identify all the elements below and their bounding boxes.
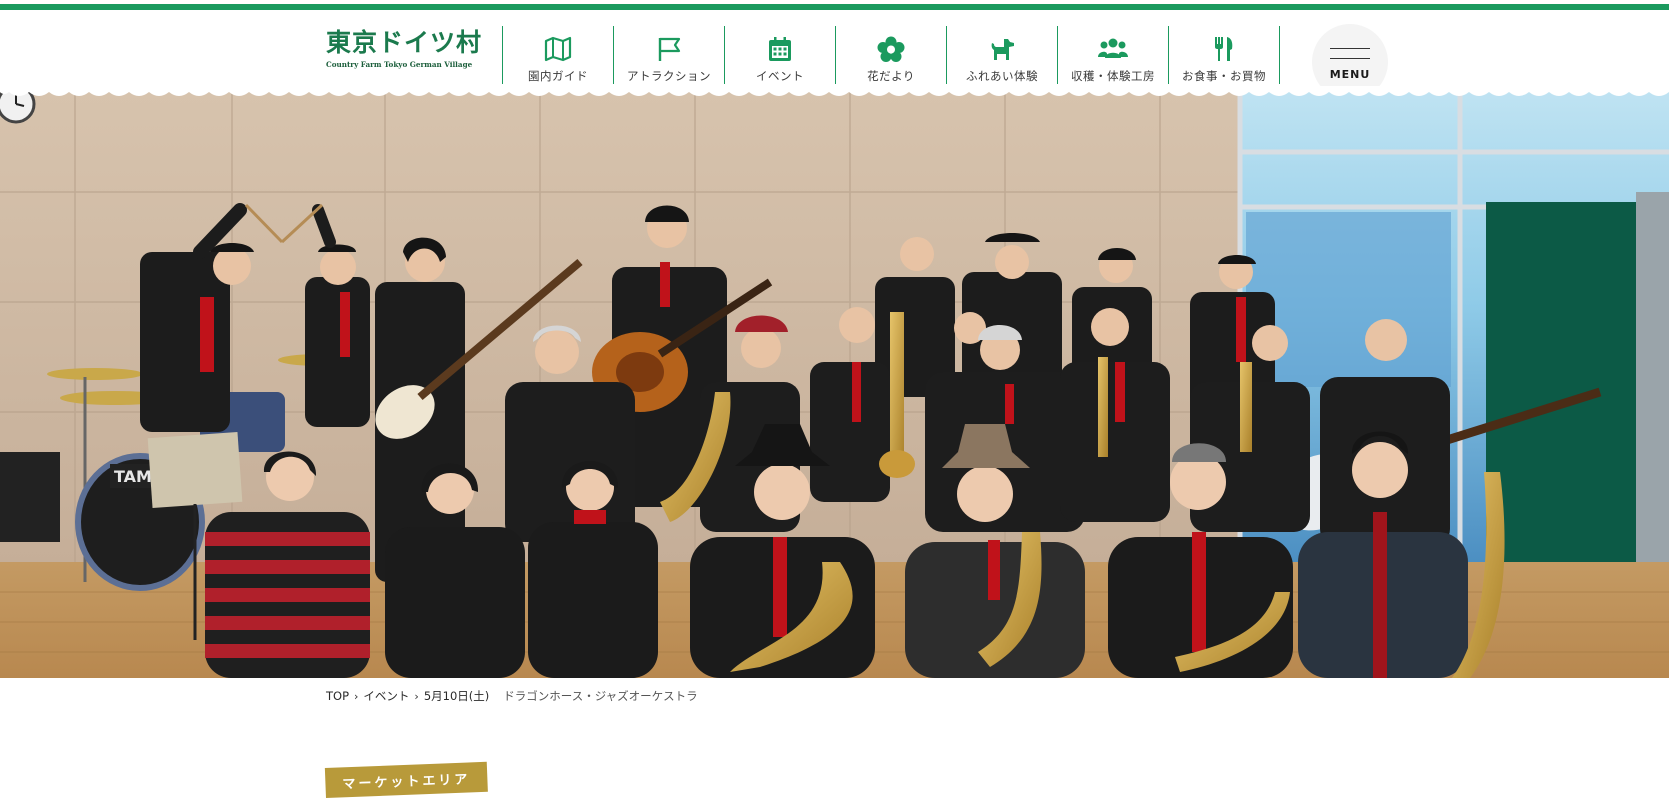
menu-label: MENU [1329,67,1371,81]
nav-label-attraction: アトラクション [627,69,711,83]
breadcrumb-top[interactable]: TOP [326,689,349,703]
green-curtain [1486,202,1636,562]
hero-image: TAMA [0,92,1669,678]
map-icon [544,36,572,62]
band-photo: TAMA [0,92,1669,678]
breadcrumb-current: ドラゴンホース・ジャズオーケストラ [503,689,698,703]
site-logo[interactable]: 東京ドイツ村 Country Farm Tokyo German Village [326,28,483,74]
nav-item-harvest[interactable]: 収穫・体験工房 [1057,26,1168,84]
logo-title: 東京ドイツ村 [326,28,483,57]
top-accent-bar [0,0,1669,10]
nav-label-dining: お食事・お買物 [1182,69,1266,83]
nav-item-guide[interactable]: 園内ガイド [502,26,613,84]
nav-label-harvest: 収穫・体験工房 [1071,69,1155,83]
nav-label-flower: 花だより [867,69,915,83]
dog-icon [991,39,1014,60]
category-badge: マーケットエリア [324,761,488,798]
site-header: 東京ドイツ村 Country Farm Tokyo German Village… [0,10,1669,100]
nav-item-flower[interactable]: 花だより [835,26,946,84]
nav-label-guide: 園内ガイド [528,69,588,83]
calendar-icon [769,37,791,61]
flag-icon [658,37,681,61]
nav-item-event[interactable]: イベント [724,26,835,84]
hamburger-icon [1330,47,1370,60]
category-label: マーケットエリア [342,771,471,792]
logo-subtitle: Country Farm Tokyo German Village [326,60,473,69]
wave-divider [0,86,1669,96]
breadcrumb-events[interactable]: イベント [363,688,409,704]
flower-icon [877,36,905,62]
nav-label-event: イベント [756,69,804,83]
nav-item-attraction[interactable]: アトラクション [613,26,724,84]
chevron-right-icon: › [414,689,419,703]
fork-knife-icon [1215,37,1233,61]
people-icon [1098,38,1128,58]
breadcrumb: TOP › イベント › 5月10日(土) ドラゴンホース・ジャズオーケストラ [326,688,698,704]
chevron-right-icon: › [354,689,359,703]
nav-item-petting[interactable]: ふれあい体験 [946,26,1057,84]
breadcrumb-date[interactable]: 5月10日(土) [424,688,489,704]
nav-label-petting: ふれあい体験 [966,69,1038,83]
nav-item-dining[interactable]: お食事・お買物 [1168,26,1280,84]
global-nav: 園内ガイド アトラクション イベント 花だより ふれあい体験 収穫・体験工房 お… [502,26,1280,84]
